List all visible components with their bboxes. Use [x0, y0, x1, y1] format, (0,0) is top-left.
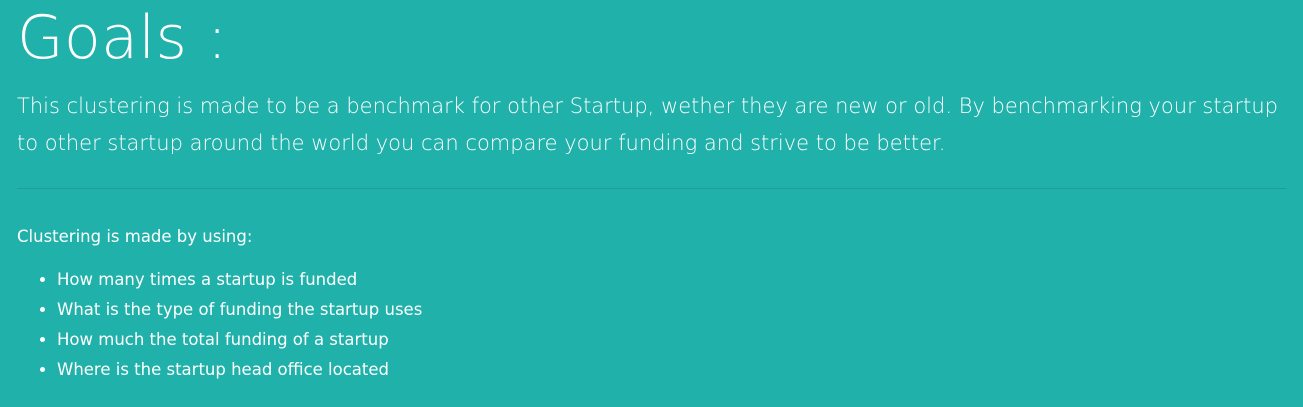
list-item: What is the type of funding the startup …	[57, 295, 1286, 325]
divider	[17, 188, 1286, 189]
list-item: How many times a startup is funded	[57, 265, 1286, 295]
lead-paragraph: This clustering is made to be a benchmar…	[17, 94, 1278, 155]
goals-section: Goals : This clustering is made to be a …	[17, 0, 1286, 385]
list-item: How much the total funding of a startup	[57, 325, 1286, 355]
clustering-intro: Clustering is made by using:	[17, 227, 253, 246]
criteria-list: How many times a startup is funded What …	[17, 265, 1286, 385]
list-item: Where is the startup head office located	[57, 355, 1286, 385]
page-title: Goals :	[17, 3, 228, 73]
